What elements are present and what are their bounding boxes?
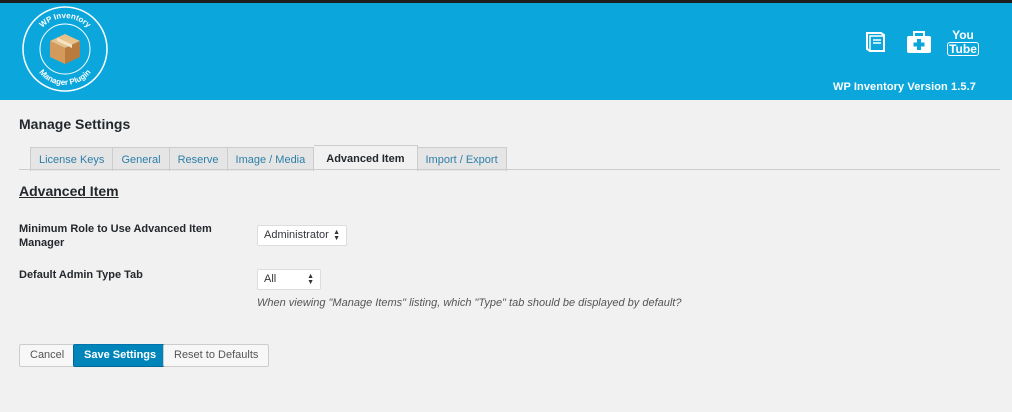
youtube-label-bottom: Tube [947, 41, 979, 56]
youtube-label-top: You [952, 27, 974, 42]
settings-tabs: License Keys General Reserve Image / Med… [30, 145, 507, 171]
tab-import-export[interactable]: Import / Export [417, 147, 507, 171]
select-arrows-icon: ▲ ▼ [307, 272, 314, 286]
min-role-value: Administrator [264, 229, 329, 241]
tab-image-media[interactable]: Image / Media [227, 147, 315, 171]
reset-defaults-button[interactable]: Reset to Defaults [163, 344, 270, 367]
tab-general[interactable]: General [113, 147, 170, 171]
section-title: Advanced Item [19, 183, 119, 199]
default-tab-hint: When viewing "Manage Items" listing, whi… [257, 297, 682, 309]
tab-license-keys[interactable]: License Keys [30, 147, 114, 171]
select-arrows-icon: ▲ ▼ [333, 228, 340, 242]
tabs-divider [19, 169, 1000, 170]
save-settings-button[interactable]: Save Settings [73, 344, 168, 367]
min-role-label: Minimum Role to Use Advanced Item Manage… [19, 222, 212, 250]
book-icon[interactable] [860, 27, 890, 57]
tab-reserve[interactable]: Reserve [169, 147, 228, 171]
default-tab-value: All [264, 273, 277, 285]
min-role-label-line2: Manager [19, 237, 65, 249]
tab-advanced-item[interactable]: Advanced Item [314, 145, 418, 171]
cancel-button[interactable]: Cancel [19, 344, 76, 367]
page-title: Manage Settings [19, 116, 131, 132]
first-aid-kit-icon[interactable] [904, 27, 934, 57]
default-tab-label: Default Admin Type Tab [19, 269, 143, 281]
min-role-label-line1: Minimum Role to Use Advanced Item [19, 223, 212, 235]
default-tab-select[interactable]: All ▲ ▼ [257, 269, 321, 290]
plugin-logo: WP Inventory Manager Plugin [22, 6, 108, 92]
youtube-icon[interactable]: You Tube [947, 27, 979, 57]
min-role-select[interactable]: Administrator ▲ ▼ [257, 225, 347, 246]
plugin-header: WP Inventory Manager Plugin You Tube WP … [0, 3, 1012, 100]
version-text: WP Inventory Version 1.5.7 [832, 81, 976, 93]
